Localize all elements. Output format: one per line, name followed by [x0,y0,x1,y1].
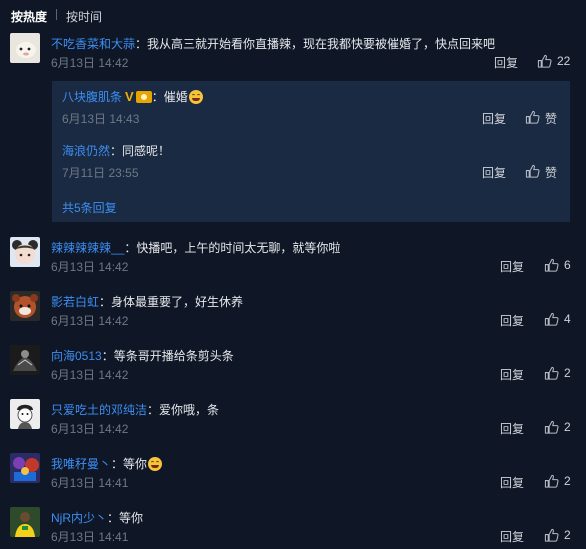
comment-text: 等你 [123,457,148,471]
comment-time: 6月13日 14:42 [51,260,129,274]
sub-replies-panel: 八块腹肌条 V ：催婚 6月13日 14:43 回复 赞 海浪仍然：同感呢！ 7月1… [52,81,570,222]
avatar[interactable] [10,453,40,483]
reply-button[interactable]: 回复 [482,164,506,181]
thumbs-up-icon [544,420,559,434]
comment-time: 6月13日 14:43 [62,112,140,126]
sort-by-time-tab[interactable]: 按时间 [66,8,102,25]
like-count: 2 [564,528,571,542]
comment-username[interactable]: 不吃香菜和大蒜 [51,37,135,51]
comment-body: 只爱吃土的邓纯洁：爱你哦，条 [51,403,220,417]
like-count: 22 [557,54,571,68]
fan-badge-icon [135,91,152,103]
comment-body: 影若白虹：身体最重要了，好生休养 [51,295,244,309]
like-count: 6 [564,258,571,272]
comment-time: 6月13日 14:42 [51,368,129,382]
comment-text: 爱你哦，条 [159,403,220,417]
comment-username[interactable]: 八块腹肌条 [62,90,122,104]
thumbs-up-icon [544,312,559,326]
avatar[interactable] [10,33,40,63]
reply-button[interactable]: 回复 [500,474,524,491]
reply-button[interactable]: 回复 [500,312,524,329]
comment-time: 7月11日 23:55 [62,166,139,180]
comment-time: 6月13日 14:42 [51,314,129,328]
like-count: 2 [564,474,571,488]
thumbs-up-icon [544,474,559,488]
reply-button[interactable]: 回复 [500,528,524,545]
comment-text: 等条哥开播给条剪头条 [113,349,234,363]
comment-time: 6月13日 14:42 [51,56,129,70]
sort-bar: 按热度 按时间 [0,0,586,28]
sort-divider [56,9,57,20]
reply-button[interactable]: 回复 [482,110,506,127]
comment-body: 不吃香菜和大蒜：我从高三就开始看你直播辣，现在我都快要被催婚了，快点回来吧 [51,37,496,51]
avatar[interactable] [10,399,40,429]
avatar[interactable] [10,345,40,375]
comment-body: 海浪仍然：同感呢！ [62,144,171,158]
comment-username[interactable]: 海浪仍然 [62,144,110,158]
thumbs-up-icon [544,366,559,380]
comment-body: 辣辣辣辣辣__：快播吧，上午的时间太无聊，就等你啦 [51,241,341,255]
sort-by-hot-tab[interactable]: 按热度 [11,8,47,25]
thumbs-up-icon [525,110,540,124]
reply-button[interactable]: 回复 [494,54,518,71]
avatar[interactable] [10,507,40,537]
like-count: 2 [564,366,571,380]
avatar[interactable] [10,291,40,321]
comment-text: 同感呢！ [122,144,171,158]
verified-badge: V [125,89,134,104]
comment-time: 6月13日 14:41 [51,476,129,490]
comment-username[interactable]: NjR内少丶 [51,511,107,525]
comment-text: 催婚 [163,90,188,104]
more-replies-link[interactable]: 共5条回复 [62,199,117,216]
comment-username[interactable]: 只爱吃土的邓纯洁 [51,403,147,417]
comment-username[interactable]: 影若白虹 [51,295,99,309]
comment-username[interactable]: 我唯秄曼丶 [51,457,111,471]
thumbs-up-icon [544,528,559,542]
thumbs-up-icon [537,54,552,68]
comment-body: 向海0513：等条哥开播给条剪头条 [51,349,234,363]
like-count: 2 [564,420,571,434]
comment-time: 6月13日 14:42 [51,422,129,436]
comment-text: 快播吧，上午的时间太无聊，就等你啦 [136,241,341,255]
comment-username[interactable]: 辣辣辣辣辣__ [51,241,124,255]
thumbs-up-icon [544,258,559,272]
comment-text: 我从高三就开始看你直播辣，现在我都快要被催婚了，快点回来吧 [147,37,496,51]
avatar[interactable] [10,237,40,267]
like-label: 赞 [545,166,558,180]
comment-body: NjR内少丶：等你 [51,511,144,525]
thumbs-up-icon [525,164,540,178]
comment-time: 6月13日 14:41 [51,530,129,544]
laughing-emoji-icon [188,90,203,104]
reply-button[interactable]: 回复 [500,258,524,275]
laughing-emoji-icon [148,457,163,471]
comment-body: 八块腹肌条 V ：催婚 [62,88,203,105]
comment-text: 等你 [119,511,144,525]
comment-text: 身体最重要了，好生休养 [111,295,244,309]
comment-username[interactable]: 向海0513 [51,349,102,363]
like-count: 4 [564,312,571,326]
reply-button[interactable]: 回复 [500,420,524,437]
like-label: 赞 [545,112,558,126]
reply-button[interactable]: 回复 [500,366,524,383]
comment-body: 我唯秄曼丶：等你 [51,455,163,472]
